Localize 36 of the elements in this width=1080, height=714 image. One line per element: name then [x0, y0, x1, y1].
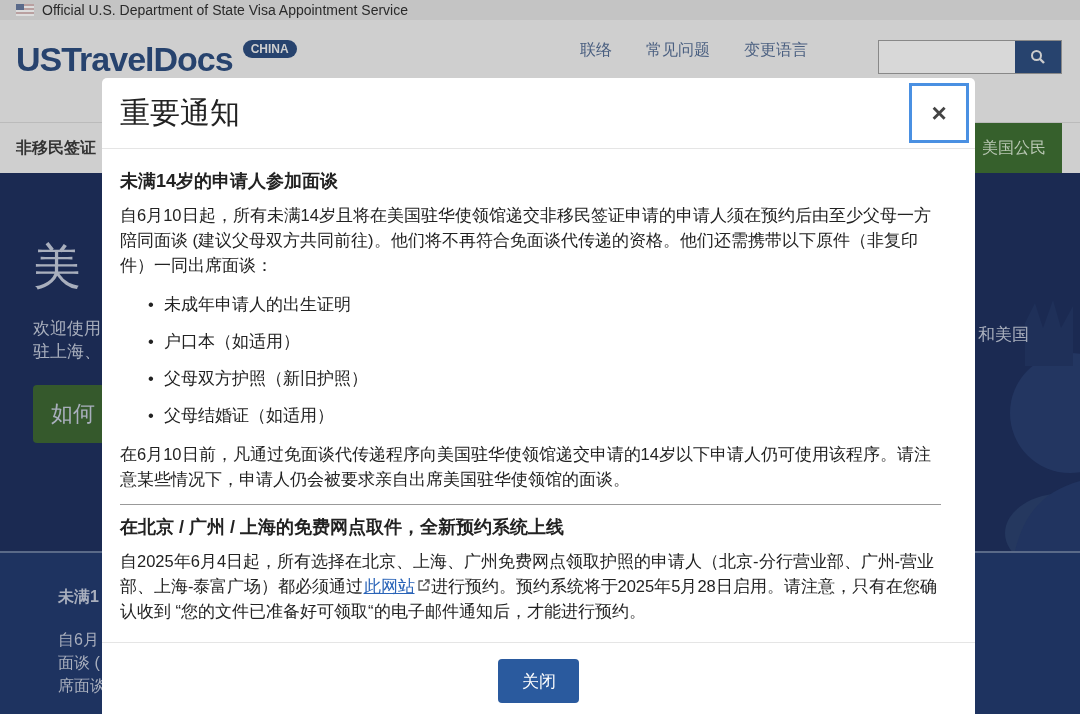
search-icon	[1030, 49, 1046, 65]
notice-text: 面谈 (	[58, 653, 100, 673]
list-item: 户口本（如适用）	[163, 331, 300, 352]
hero-button[interactable]: 如何	[33, 385, 102, 443]
bullet: •	[148, 331, 154, 352]
list-item: 父母双方护照（新旧护照）	[163, 368, 368, 389]
list-item: 父母结婚证（如适用）	[163, 405, 334, 426]
country-badge: CHINA	[242, 40, 297, 58]
close-dialog-button[interactable]: 关闭	[498, 659, 579, 703]
hero-title: 美	[33, 239, 82, 295]
search-field[interactable]	[878, 40, 1062, 74]
bullet: •	[148, 294, 154, 315]
list-item: 未成年申请人的出生证明	[163, 294, 351, 315]
website-link[interactable]: 此网站	[363, 577, 431, 595]
bullet: •	[148, 368, 154, 389]
paragraph: 自6月10日起，所有未满14岁且将在美国驻华使领馆递交非移民签证申请的申请人须在预约后由至少父母一方陪同面谈 (建议父母双方共同前往)。他们将不再符合免面谈代传递的资格。他们还需携带以下原件（非复印件）一同出席面谈：	[120, 205, 932, 276]
banner-text: Official U.S. Department of State Visa Appointment Service	[42, 2, 408, 18]
external-link-icon	[416, 578, 431, 592]
notice-text: 自6月	[58, 630, 99, 650]
header-link[interactable]: 变更语言	[744, 40, 808, 61]
intro-text: 欢迎使用	[33, 318, 102, 340]
dialog-title: 重要通知	[120, 94, 240, 131]
paragraph: 在6月10日前，凡通过免面谈代传递程序向美国驻华使领馆递交申请的14岁以下申请人仍可使用该程序。请注意某些情况下，申请人仍会被要求亲自出席美国驻华使领馆的面谈。	[120, 444, 932, 490]
search-button[interactable]	[1015, 41, 1061, 73]
header-link[interactable]: 常见问题	[646, 40, 710, 61]
site-logo[interactable]: USTravelDocs	[16, 40, 233, 79]
bullet: •	[148, 405, 154, 426]
section-heading: 在北京 / 广州 / 上海的免费网点取件，全新预约系统上线	[120, 516, 565, 539]
header-link[interactable]: 联络	[580, 40, 612, 61]
notice-heading: 未满1	[58, 587, 99, 607]
section-heading: 未满14岁的申请人参加面谈	[120, 170, 340, 193]
intro-text: 驻上海、	[33, 341, 102, 363]
flag-icon	[16, 4, 34, 16]
paragraph: 自2025年6月4日起，所有选择在北京、上海、广州免费网点领取护照的申请人（北京-分行营业部、广州-营业部、上海-泰富广场）都必须通过此网站 进行预约。预约系统将于2025年5月28日启用。请注意，只有在您确认收到 “您的文件已准备好可领取“的电子邮件通知后，才能进行预约。	[120, 551, 938, 622]
intro-text: 和美国	[977, 324, 1030, 346]
close-button[interactable]: ×	[909, 83, 969, 143]
